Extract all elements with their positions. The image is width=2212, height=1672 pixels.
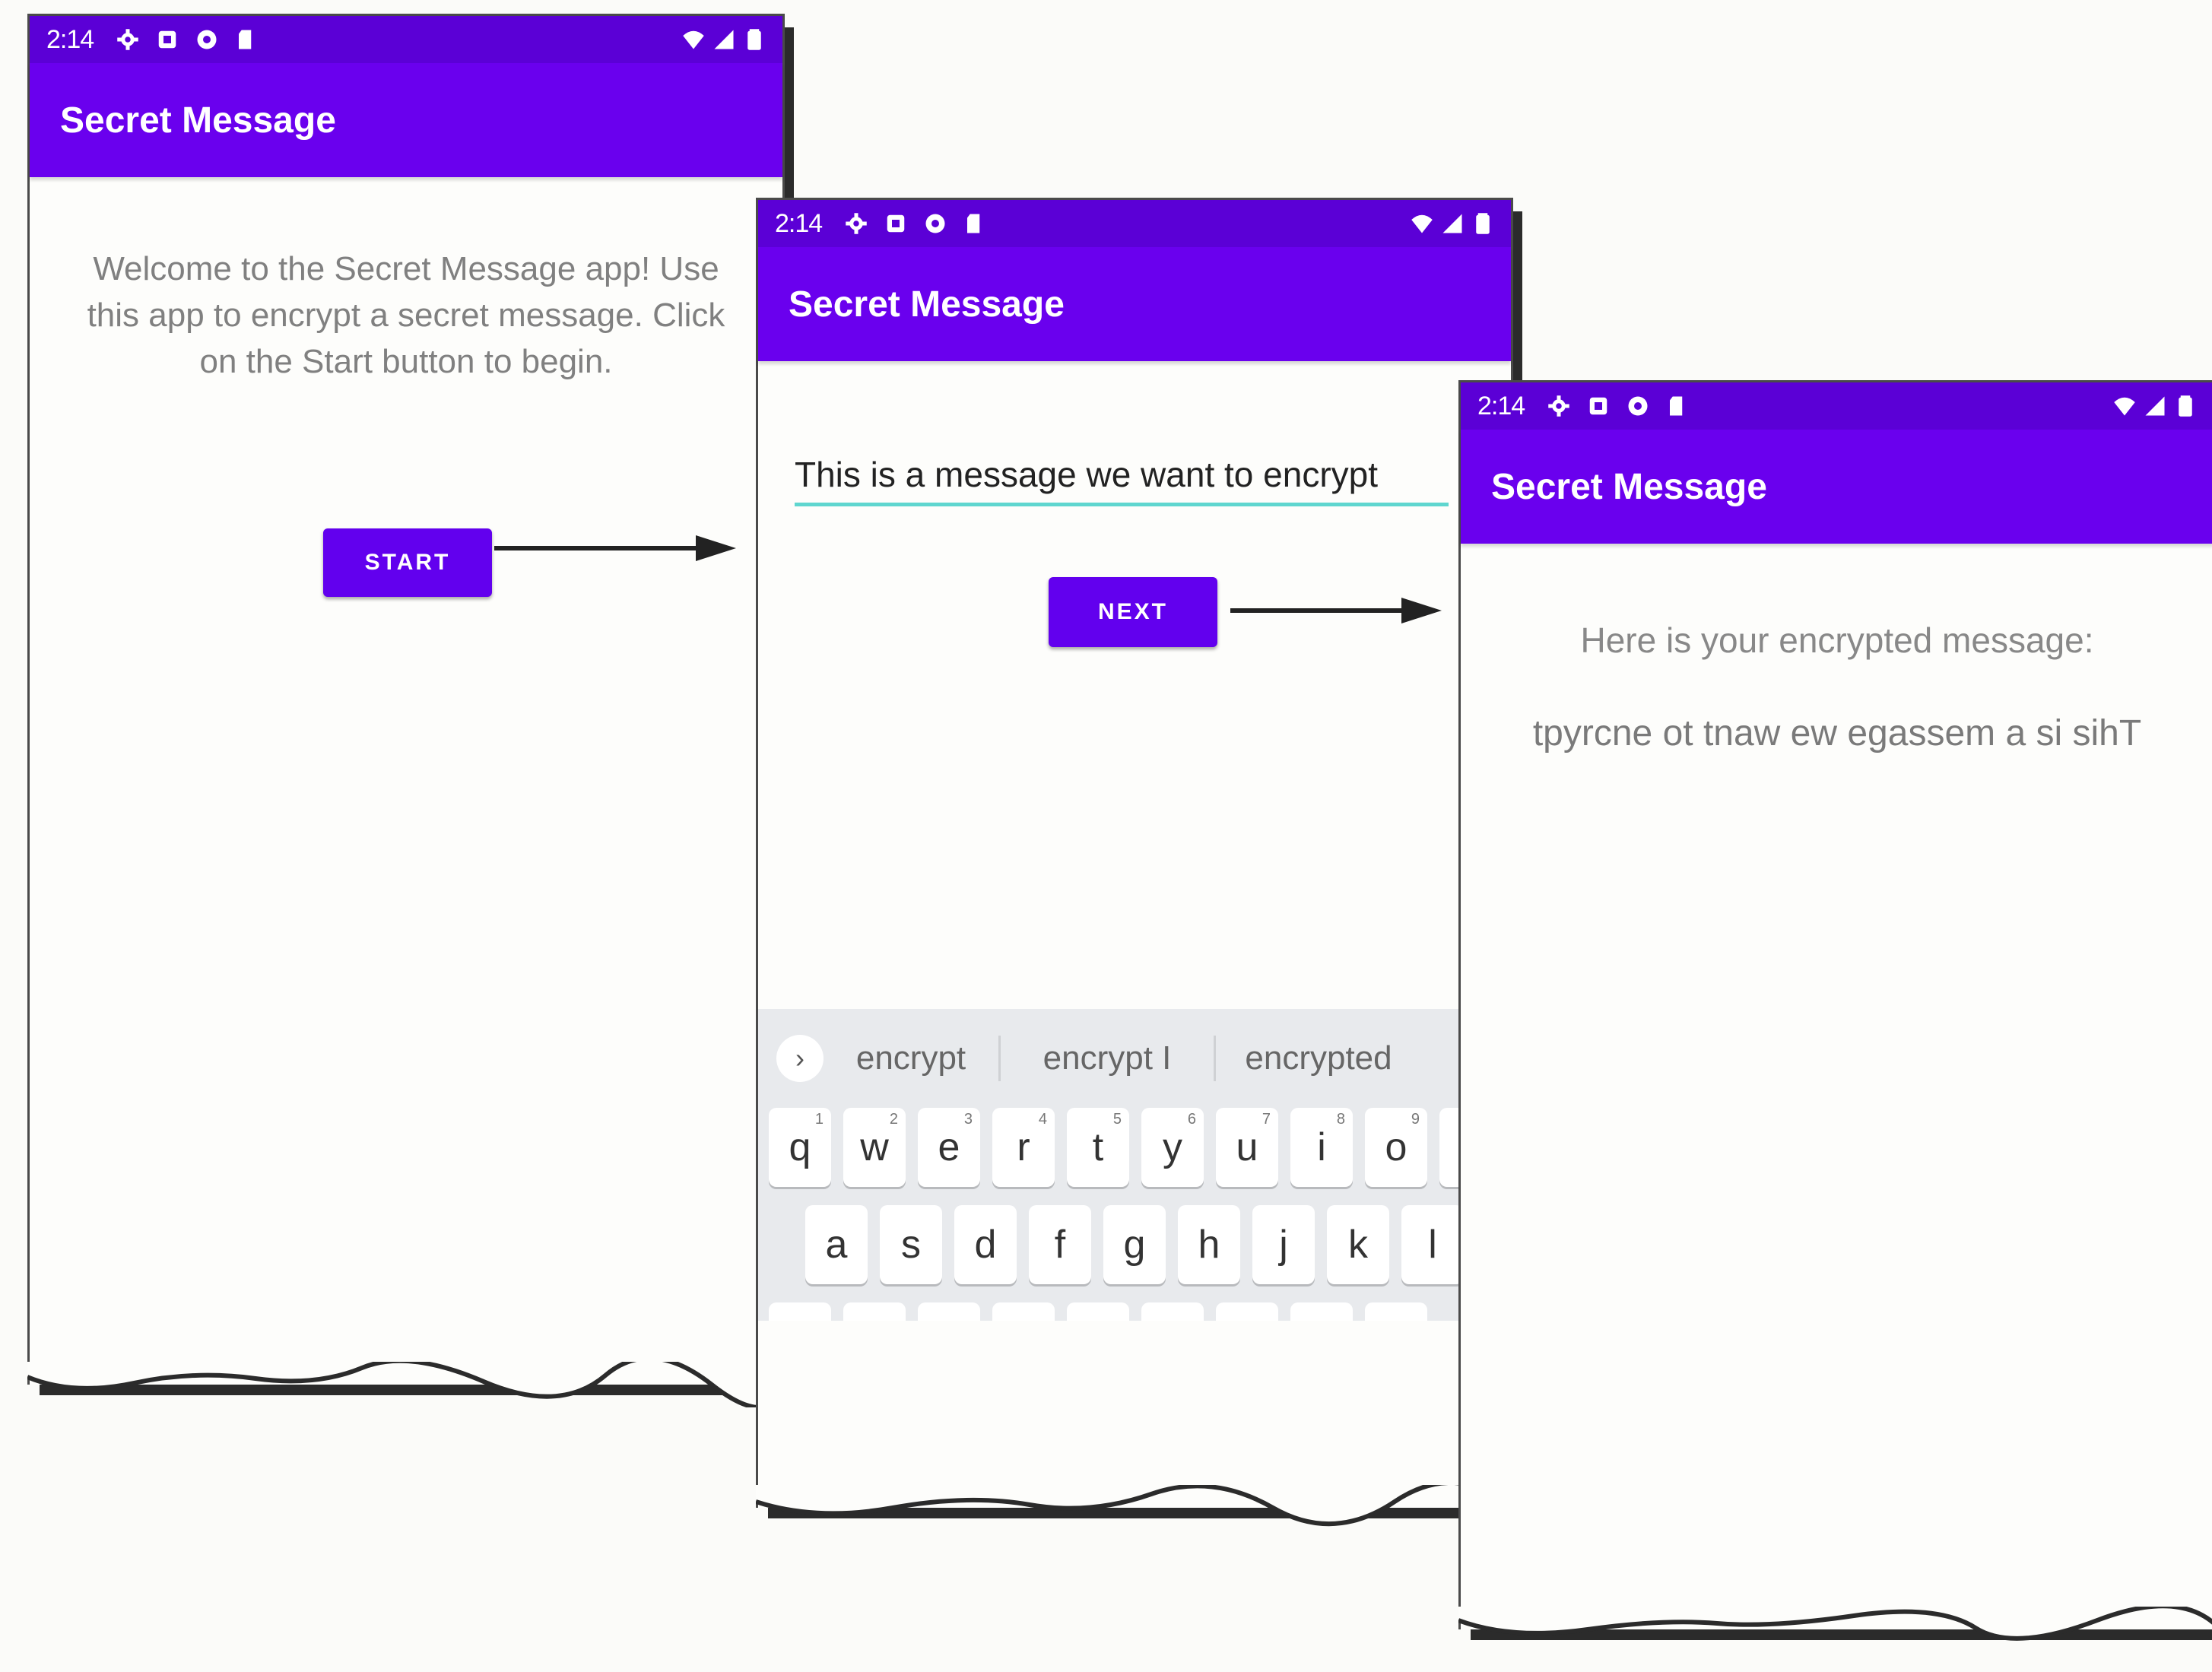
key-j[interactable]: j [1252,1205,1315,1284]
key-shift[interactable]: ⇧ [769,1302,831,1321]
battery-icon [2174,395,2197,417]
key-o[interactable]: o9 [1365,1108,1427,1187]
suggestion-strip: › encrypt encrypt I encrypted [758,1009,1511,1108]
message-input[interactable] [795,451,1449,506]
sd-card-icon [1666,395,1689,417]
key-m[interactable]: m [1290,1302,1353,1321]
status-bar: 2:14 [1461,382,2212,430]
screen-welcome: 2:14 Secret Message Welcome to the Secre… [27,14,788,1407]
app-bar-title: Secret Message [758,247,1511,361]
soft-keyboard: › encrypt encrypt I encrypted q1w2e3r4t5… [758,1009,1511,1321]
shield-icon [1587,395,1610,417]
key-backspace[interactable]: ⌫ [1365,1302,1427,1321]
signal-icon [1441,212,1464,235]
key-row-1: q1w2e3r4t5y6u7i8o9p0 [769,1108,1511,1187]
welcome-text: Welcome to the Secret Message app! Use t… [87,250,725,380]
key-a[interactable]: a [805,1205,868,1284]
signal-icon [2144,395,2166,417]
wifi-icon [2113,395,2136,417]
play-protect-icon [195,28,218,51]
key-x[interactable]: x [918,1302,980,1321]
sd-card-icon [235,28,258,51]
arrow-right-icon [494,535,736,561]
key-l[interactable]: l [1401,1205,1464,1284]
key-g[interactable]: g [1103,1205,1166,1284]
suggestion-1[interactable]: encrypt [824,1039,998,1077]
key-e[interactable]: e3 [918,1108,980,1187]
sd-card-icon [963,212,986,235]
settings-icon [116,28,139,51]
settings-icon [845,212,868,235]
suggestion-2[interactable]: encrypt I [1001,1039,1214,1077]
torn-edge [756,1485,1516,1527]
screen-result: 2:14 Secret Message Here is your encrypt… [1458,380,2212,1641]
play-protect-icon [1626,395,1649,417]
key-b[interactable]: b [1141,1302,1204,1321]
screen-message-input: 2:14 Secret Message NEXT › encrypt encry… [756,198,1516,1527]
chevron-right-icon[interactable]: › [776,1035,824,1082]
battery-icon [1471,212,1494,235]
key-q[interactable]: q1 [769,1108,831,1187]
shield-icon [156,28,179,51]
key-w[interactable]: w2 [843,1108,906,1187]
app-bar-title: Secret Message [1461,430,2212,544]
key-t[interactable]: t5 [1067,1108,1129,1187]
key-f[interactable]: f [1029,1205,1091,1284]
encrypted-message: tpyrcne ot tnaw ew egassem a si sihT [1532,713,2142,754]
key-row-2: asdfghjkl [805,1205,1476,1284]
key-d[interactable]: d [954,1205,1017,1284]
key-k[interactable]: k [1327,1205,1389,1284]
torn-edge [27,1362,788,1407]
wifi-icon [682,28,705,51]
key-h[interactable]: h [1178,1205,1240,1284]
next-button[interactable]: NEXT [1049,577,1217,647]
torn-edge [1458,1607,2212,1641]
settings-icon [1547,395,1570,417]
key-i[interactable]: i8 [1290,1108,1353,1187]
status-time: 2:14 [1477,391,1525,420]
play-protect-icon [924,212,947,235]
app-bar-title: Secret Message [30,63,782,177]
battery-icon [743,28,766,51]
key-u[interactable]: u7 [1216,1108,1278,1187]
status-bar: 2:14 [30,16,782,63]
shield-icon [884,212,907,235]
signal-icon [712,28,735,51]
status-time: 2:14 [775,208,823,238]
result-label: Here is your encrypted message: [1580,620,2094,660]
arrow-right-icon [1230,598,1442,623]
key-s[interactable]: s [880,1205,942,1284]
status-bar: 2:14 [758,200,1511,247]
key-row-3: ⇧ zxcvbnm ⌫ [769,1302,1439,1321]
key-n[interactable]: n [1216,1302,1278,1321]
key-y[interactable]: y6 [1141,1108,1204,1187]
key-v[interactable]: v [1067,1302,1129,1321]
wifi-icon [1411,212,1433,235]
status-time: 2:14 [46,24,94,54]
key-z[interactable]: z [843,1302,906,1321]
key-c[interactable]: c [992,1302,1055,1321]
key-r[interactable]: r4 [992,1108,1055,1187]
suggestion-3[interactable]: encrypted [1216,1039,1421,1077]
start-button[interactable]: START [323,528,492,597]
